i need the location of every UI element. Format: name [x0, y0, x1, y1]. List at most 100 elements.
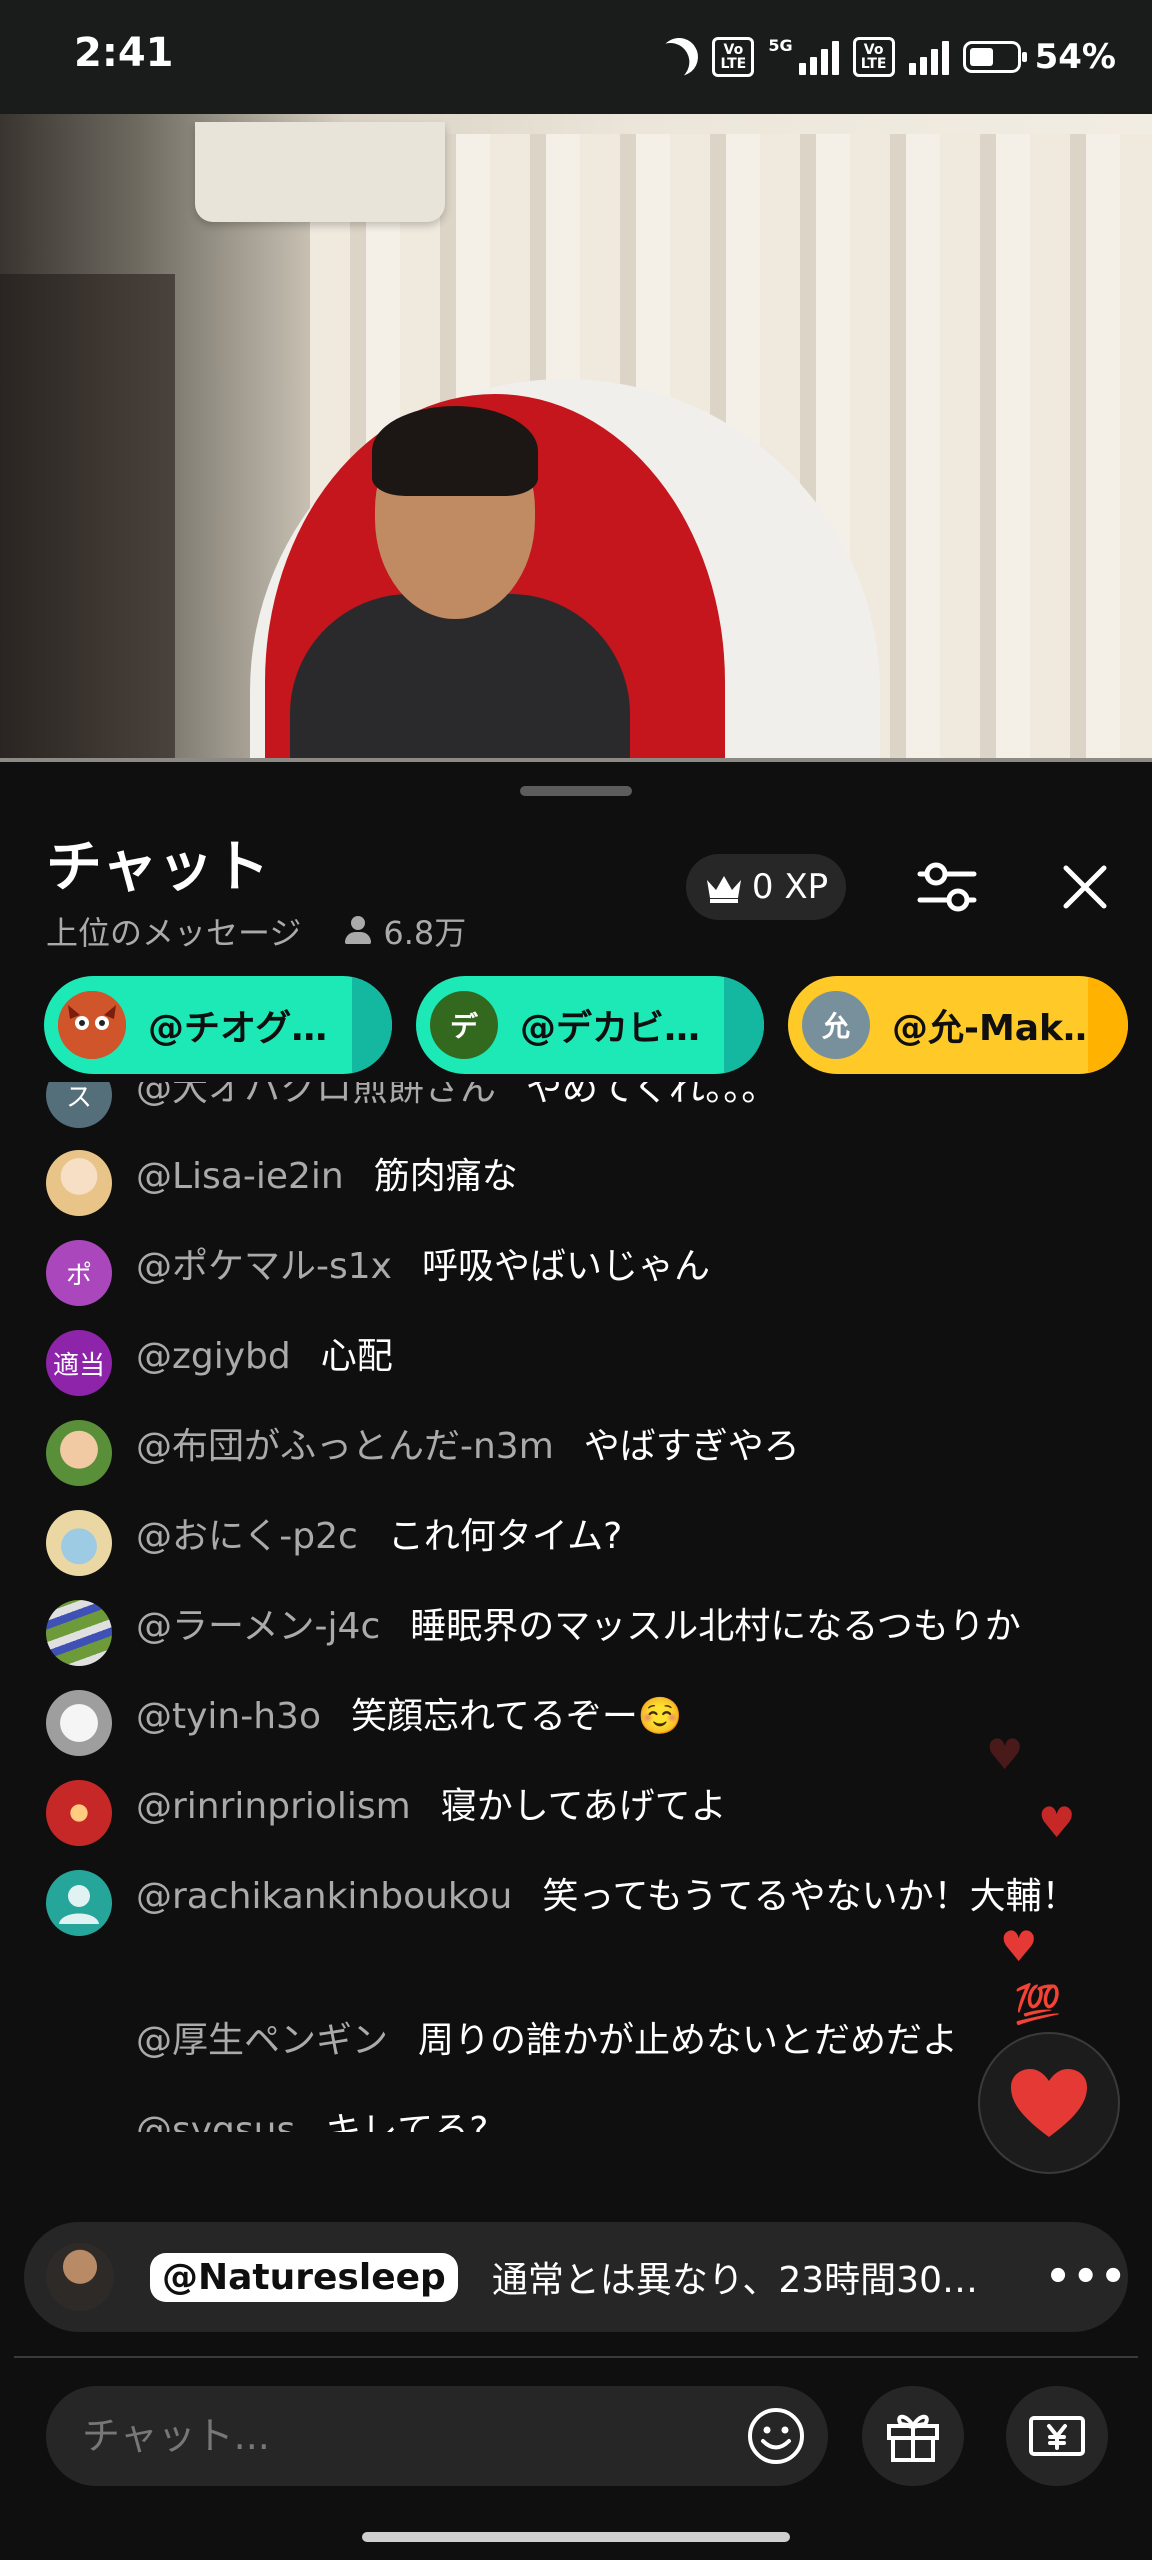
user-avatar[interactable] — [46, 1780, 112, 1846]
message-author[interactable]: @sygsus — [136, 2110, 295, 2132]
xp-button[interactable]: 0 XP — [686, 854, 846, 920]
live-video[interactable] — [0, 114, 1152, 760]
chat-input-container[interactable] — [46, 2386, 828, 2486]
user-avatar[interactable]: 適当 — [46, 1330, 112, 1396]
chat-message[interactable]: @布団がふっとんだ-n3m やばすぎやろ — [46, 1420, 800, 1486]
message-author[interactable]: @ポケマル-s1x — [136, 1246, 392, 1287]
supporter-chip[interactable]: デ @デカビ… — [416, 976, 764, 1074]
supporter-chips: @チオグ… デ @デカビ… 允 @允-Mak… — [44, 976, 1152, 1076]
chat-message[interactable]: @tyin-h3o 笑顔忘れてるぞー☺️ — [46, 1690, 683, 1756]
status-bar: 2:41 Vo LTE 5G Vo LTE 54% — [0, 0, 1152, 114]
chat-input[interactable] — [82, 2414, 702, 2458]
battery-percent: 54% — [1034, 37, 1116, 77]
emoji-button[interactable] — [746, 2406, 806, 2466]
chat-message[interactable]: @Lisa-ie2in 筋肉痛な — [46, 1150, 518, 1216]
chip-avatar: デ — [430, 991, 498, 1059]
pinned-message[interactable]: @Naturesleep 通常とは異なり、23時間30… ••• — [24, 2222, 1128, 2332]
message-author[interactable]: @布団がふっとんだ-n3m — [136, 1426, 554, 1467]
do-not-disturb-icon — [653, 31, 705, 83]
chip-tail — [1088, 976, 1128, 1074]
crown-icon — [704, 870, 744, 904]
default-avatar-icon — [59, 1885, 99, 1924]
supporter-chip[interactable]: @チオグ… — [44, 976, 392, 1074]
user-avatar[interactable] — [46, 1420, 112, 1486]
chip-avatar — [58, 991, 126, 1059]
message-text: 筋肉痛な — [373, 1156, 518, 1197]
floating-heart-icon: ♥ — [986, 1730, 1024, 1779]
viewers-icon — [343, 916, 373, 946]
chat-message[interactable]: @厚生ペンギン 周りの誰かが止めないとだめだよ — [46, 2014, 958, 2080]
message-text: 心配 — [320, 1336, 393, 1377]
sliders-icon — [917, 862, 977, 912]
home-indicator[interactable] — [362, 2532, 790, 2542]
message-text: 笑ってもうてるやないか！大輔！ — [542, 1876, 1078, 1917]
user-avatar[interactable]: ス — [46, 1082, 112, 1128]
chat-message[interactable]: ス @大オハクロ煎餅さん やめてくれ。。。 — [46, 1082, 777, 1128]
user-avatar[interactable] — [46, 1150, 112, 1216]
pinned-author[interactable]: @Naturesleep — [150, 2252, 458, 2302]
signal-icon-2 — [908, 39, 949, 75]
floating-heart-icon: ♥ — [1000, 1922, 1038, 1971]
volte-icon-2: Vo LTE — [852, 37, 895, 77]
message-author[interactable]: @厚生ペンギン — [136, 2020, 388, 2061]
chip-avatar: 允 — [802, 991, 870, 1059]
pinned-avatar[interactable] — [46, 2243, 114, 2311]
chat-message[interactable]: @rinrinpriolism 寝かしてあげてよ — [46, 1780, 727, 1846]
chat-subtitle[interactable]: 上位のメッセージ 6.8万 — [46, 908, 466, 954]
message-content: @rinrinpriolism 寝かしてあげてよ — [136, 1780, 727, 1834]
chat-message[interactable]: @ラーメン-j4c 睡眠界のマッスル北村になるつもりか — [46, 1600, 1021, 1666]
chip-tail — [352, 976, 392, 1074]
video-scene-door — [0, 274, 175, 760]
chip-tail — [724, 976, 764, 1074]
drag-handle[interactable] — [520, 786, 632, 796]
super-chat-button[interactable] — [1006, 2386, 1108, 2486]
status-time: 2:41 — [74, 30, 174, 76]
message-author[interactable]: @ラーメン-j4c — [136, 1606, 380, 1647]
chat-message[interactable]: 適当 @zgiybd 心配 — [46, 1330, 393, 1396]
user-avatar[interactable] — [46, 1870, 112, 1936]
more-options-icon[interactable]: ••• — [1045, 2254, 1128, 2300]
message-text: 寝かしてあげてよ — [440, 1786, 727, 1827]
heart-reaction-button[interactable] — [978, 2032, 1120, 2174]
chip-label: @デカビ… — [520, 1008, 701, 1049]
close-icon — [1063, 865, 1107, 909]
message-content: @tyin-h3o 笑顔忘れてるぞー☺️ — [136, 1690, 683, 1744]
message-author[interactable]: @Lisa-ie2in — [136, 1156, 344, 1197]
filter-settings-button[interactable] — [912, 854, 982, 920]
user-avatar — [46, 2014, 112, 2080]
user-avatar[interactable]: ポ — [46, 1240, 112, 1306]
user-avatar[interactable] — [46, 1600, 112, 1666]
message-text: 周りの誰かが止めないとだめだよ — [418, 2020, 959, 2061]
chat-message[interactable]: @sygsus キレてる? — [46, 2104, 488, 2132]
chat-title: チャット — [46, 835, 270, 900]
message-author[interactable]: @大オハクロ煎餅さん — [136, 1082, 496, 1109]
chip-label: @チオグ… — [148, 1008, 328, 1049]
chat-messages[interactable]: ス @大オハクロ煎餅さん やめてくれ。。。 @Lisa-ie2in 筋肉痛な ポ @… — [0, 1082, 1152, 2132]
gift-button[interactable] — [862, 2386, 964, 2486]
chat-message[interactable]: @おにく-p2c これ何タイム? — [46, 1510, 622, 1576]
message-text: キレてる? — [325, 2110, 489, 2132]
supporter-chip[interactable]: 允 @允-Mak… — [788, 976, 1128, 1074]
xp-value: 0 XP — [751, 867, 829, 907]
emoji-icon — [748, 2408, 804, 2464]
message-text: やめてくれ。。。 — [526, 1082, 778, 1109]
video-scene-person-body — [290, 594, 630, 760]
message-content: @ラーメン-j4c 睡眠界のマッスル北村になるつもりか — [136, 1600, 1021, 1654]
floating-heart-icon: ♥ — [1038, 1798, 1076, 1847]
user-avatar[interactable] — [46, 1510, 112, 1576]
chat-message[interactable]: @rachikankinboukou 笑ってもうてるやないか！大輔！ — [46, 1870, 1078, 1936]
message-author[interactable]: @rachikankinboukou — [136, 1876, 512, 1917]
message-text: これ何タイム? — [387, 1516, 623, 1557]
message-author[interactable]: @rinrinpriolism — [136, 1786, 411, 1827]
message-author[interactable]: @おにく-p2c — [136, 1516, 358, 1557]
signal-icon — [798, 39, 839, 75]
message-author[interactable]: @zgiybd — [136, 1336, 291, 1377]
message-text: やばすぎやろ — [583, 1426, 800, 1467]
top-messages-label: 上位のメッセージ — [46, 914, 302, 952]
chat-message[interactable]: ポ @ポケマル-s1x 呼吸やばいじゃん — [46, 1240, 710, 1306]
user-avatar[interactable] — [46, 1690, 112, 1756]
message-author[interactable]: @tyin-h3o — [136, 1696, 321, 1737]
network-type: 5G — [768, 35, 793, 55]
yen-icon — [1029, 2416, 1085, 2456]
close-button[interactable] — [1052, 854, 1118, 920]
